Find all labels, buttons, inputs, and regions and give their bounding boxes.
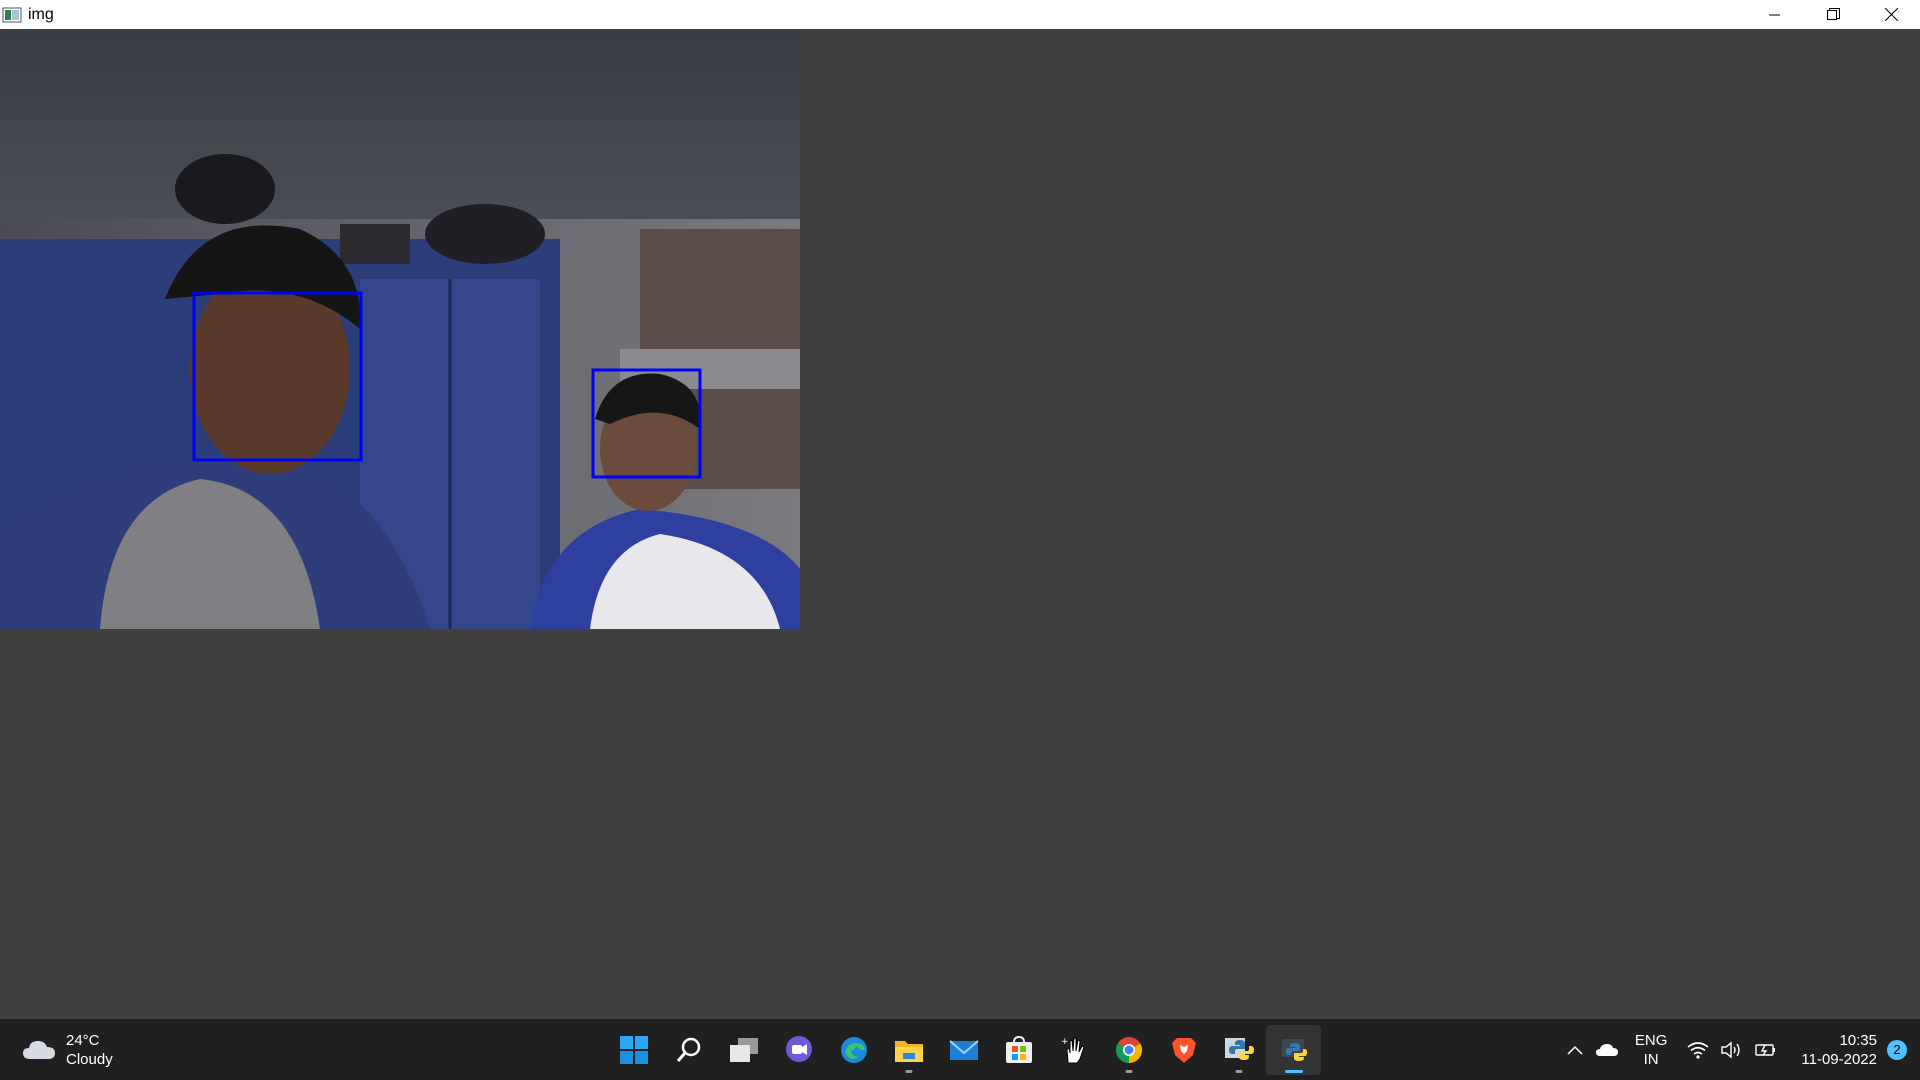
active-indicator	[1284, 1070, 1303, 1073]
restore-button[interactable]	[1804, 0, 1862, 29]
minimize-button[interactable]	[1746, 0, 1804, 29]
clock-date: 11-09-2022	[1801, 1050, 1877, 1068]
weather-temperature: 24°C	[66, 1032, 100, 1049]
mail-icon	[948, 1040, 979, 1060]
brave-icon	[1171, 1038, 1196, 1063]
language-code: ENG	[1634, 1031, 1668, 1049]
wifi-button[interactable]	[1687, 1041, 1709, 1059]
task-view-icon	[729, 1038, 758, 1062]
chat-button[interactable]	[771, 1025, 826, 1075]
hand-app-button[interactable]: +	[1046, 1025, 1101, 1075]
file-explorer-button[interactable]	[881, 1025, 936, 1075]
chrome-icon	[1115, 1037, 1142, 1064]
weather-condition: Cloudy	[66, 1051, 113, 1068]
close-icon	[1884, 8, 1898, 21]
running-indicator	[1125, 1070, 1132, 1073]
edge-icon	[840, 1037, 867, 1063]
python-window-button[interactable]	[1266, 1025, 1321, 1075]
search-icon	[676, 1037, 700, 1062]
cloud-icon	[23, 1041, 55, 1059]
windows-start-icon	[619, 1036, 648, 1064]
volume-button[interactable]	[1721, 1041, 1743, 1059]
brave-button[interactable]	[1156, 1025, 1211, 1075]
running-indicator	[905, 1070, 912, 1073]
wifi-icon	[1687, 1041, 1709, 1059]
onedrive-cloud-icon	[1595, 1043, 1618, 1056]
svg-text:+: +	[1061, 1037, 1069, 1047]
chrome-button[interactable]	[1101, 1025, 1156, 1075]
onedrive-button[interactable]	[1595, 1043, 1619, 1057]
language-indicator[interactable]: ENG IN	[1635, 1031, 1668, 1069]
show-hidden-icons-button[interactable]	[1567, 1045, 1583, 1055]
restore-icon	[1826, 8, 1840, 20]
clock[interactable]: 10:35 11-09-2022	[1801, 1031, 1877, 1069]
camera-frame	[0, 29, 800, 629]
webcam-image	[0, 29, 800, 629]
taskbar: 24°C Cloudy + ENG IN 10:35 11-09-2022 2	[0, 1019, 1920, 1080]
system-tray: ENG IN 10:35 11-09-2022 2	[1561, 1019, 1920, 1080]
chat-icon	[785, 1036, 812, 1062]
python-icon	[1281, 1039, 1307, 1061]
window-client-area	[0, 29, 1920, 1019]
minimize-icon	[1769, 14, 1780, 15]
battery-charging-icon	[1755, 1043, 1776, 1056]
start-button[interactable]	[606, 1025, 661, 1075]
python-idle-icon	[1224, 1038, 1254, 1060]
clock-time: 10:35	[1839, 1031, 1877, 1049]
weather-widget[interactable]: 24°C Cloudy	[22, 1031, 113, 1069]
close-button[interactable]	[1862, 0, 1920, 29]
notification-badge[interactable]: 2	[1887, 1039, 1907, 1060]
battery-button[interactable]	[1755, 1042, 1777, 1058]
chevron-up-icon	[1567, 1045, 1583, 1055]
python-idle-button[interactable]	[1211, 1025, 1266, 1075]
task-view-button[interactable]	[716, 1025, 771, 1075]
hand-icon: +	[1061, 1037, 1085, 1064]
search-button[interactable]	[661, 1025, 716, 1075]
edge-button[interactable]	[826, 1025, 881, 1075]
folder-icon	[894, 1041, 923, 1062]
region-code: IN	[1643, 1050, 1659, 1068]
store-icon	[1005, 1035, 1032, 1063]
window-title: img	[28, 5, 54, 23]
volume-icon	[1721, 1041, 1741, 1058]
mail-button[interactable]	[936, 1025, 991, 1075]
store-button[interactable]	[991, 1025, 1046, 1075]
title-bar: img	[0, 0, 1920, 29]
taskbar-apps: +	[606, 1025, 1321, 1075]
app-window-icon	[2, 7, 22, 22]
running-indicator	[1235, 1070, 1242, 1073]
